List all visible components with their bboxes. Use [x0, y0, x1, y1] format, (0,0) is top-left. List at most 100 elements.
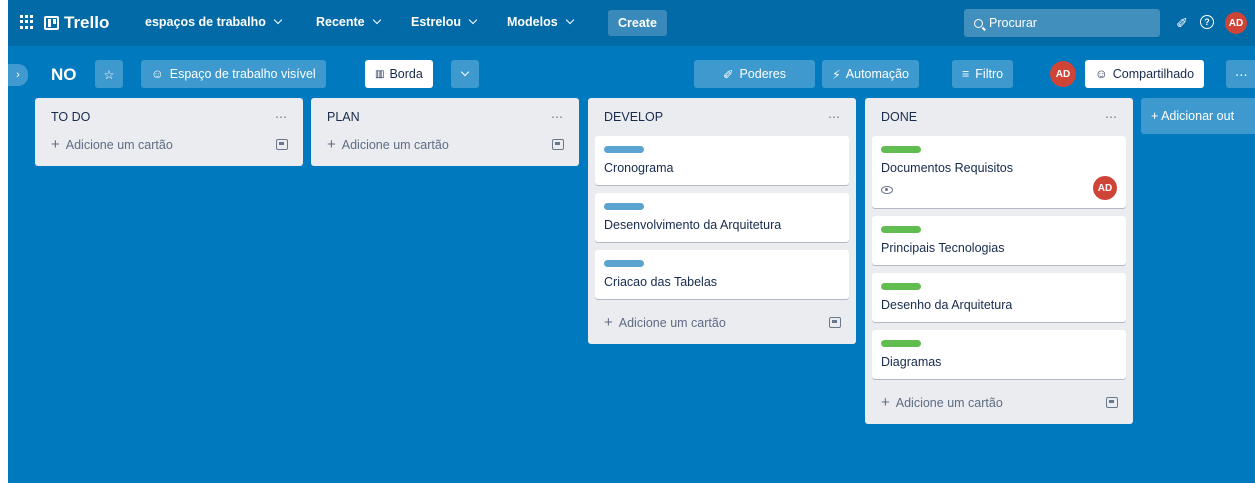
list-title[interactable]: TO DO [51, 110, 90, 124]
help-icon[interactable]: ? [1200, 15, 1214, 29]
list-plan: PLAN ⋯ + Adicione um cartão [311, 98, 579, 166]
trello-board-window: Trello espaços de trabalho Recente Estre… [8, 0, 1255, 483]
workspace-icon: ☺ [151, 67, 164, 81]
plus-icon: + [51, 135, 60, 153]
powerups-label: Poderes [739, 67, 787, 81]
chevron-down-icon [372, 15, 381, 25]
card-title: Desenvolvimento da Arquitetura [604, 218, 782, 232]
trello-logo[interactable]: Trello [44, 13, 109, 33]
card-title: Documentos Requisitos [881, 161, 1014, 175]
list-title[interactable]: PLAN [327, 110, 360, 124]
create-button[interactable]: Create [608, 10, 667, 36]
card-label-green[interactable] [881, 146, 921, 153]
add-card-button[interactable]: + Adicione um cartão [872, 387, 1126, 417]
list-develop: DEVELOP ⋯ Cronograma Desenvolvimento da … [588, 98, 856, 344]
add-card-label: Adicione um cartão [65, 137, 173, 152]
card-template-icon[interactable] [552, 138, 564, 150]
card-template-icon[interactable] [1106, 396, 1118, 408]
card-title: Desenho da Arquitetura [881, 298, 1013, 312]
add-list-button[interactable]: + Adicionar out [1141, 98, 1255, 134]
card-label-blue[interactable] [604, 203, 644, 210]
starred-menu[interactable]: Estrelou [411, 15, 478, 29]
search-icon [974, 18, 983, 28]
board-view-label: Borda [389, 67, 423, 81]
plus-icon: + [881, 393, 890, 411]
add-card-button[interactable]: + Adicione um cartão [595, 307, 849, 337]
card[interactable]: Cronograma [595, 136, 849, 185]
plus-icon: + [604, 313, 613, 331]
add-card-label: Adicione um cartão [341, 137, 449, 152]
member-avatar[interactable]: AD [1050, 61, 1076, 87]
card-template-icon[interactable] [276, 138, 288, 150]
powerups-button[interactable]: ✐ Poderes [694, 60, 815, 88]
card-title: Cronograma [604, 161, 674, 175]
card[interactable]: Principais Tecnologias [872, 216, 1126, 265]
plus-icon: + [327, 135, 336, 153]
list-menu-icon[interactable]: ⋯ [828, 110, 840, 124]
card[interactable]: Documentos Requisitos AD [872, 136, 1126, 208]
templates-menu[interactable]: Modelos [507, 15, 574, 29]
card[interactable]: Desenvolvimento da Arquitetura [595, 193, 849, 242]
top-nav: Trello espaços de trabalho Recente Estre… [8, 0, 1255, 46]
workspaces-label: espaços de trabalho [145, 15, 266, 29]
list-header[interactable]: DONE ⋯ [872, 98, 1126, 136]
card-label-green[interactable] [881, 340, 921, 347]
card-template-icon[interactable] [829, 316, 841, 328]
more-icon: ⋯ [1235, 67, 1248, 82]
chevron-down-icon [468, 15, 478, 25]
add-card-button[interactable]: + Adicione um cartão [318, 129, 572, 159]
lightning-icon: ⚡ [832, 67, 841, 82]
board-title[interactable]: NO [51, 65, 77, 85]
sidebar-toggle-button[interactable]: › [8, 64, 28, 86]
card-title: Diagramas [881, 355, 942, 369]
star-icon: ☆ [103, 67, 115, 82]
switch-view-button[interactable] [451, 60, 479, 88]
account-avatar[interactable]: AD [1225, 12, 1247, 34]
card[interactable]: Desenho da Arquitetura [872, 273, 1126, 322]
board-view-button[interactable]: ▥ Borda [365, 60, 433, 88]
chevron-down-icon [460, 67, 470, 77]
filter-button[interactable]: ≡ Filtro [952, 60, 1014, 88]
chevron-down-icon [273, 15, 283, 25]
card[interactable]: Criacao das Tabelas [595, 250, 849, 299]
visibility-button[interactable]: ☺ Espaço de trabalho visível [141, 60, 326, 88]
list-menu-icon[interactable]: ⋯ [1105, 110, 1117, 124]
filter-label: Filtro [975, 67, 1004, 81]
recent-menu[interactable]: Recente [316, 15, 381, 29]
card-member-avatar[interactable]: AD [1093, 176, 1117, 200]
card-label-blue[interactable] [604, 146, 644, 153]
list-title[interactable]: DEVELOP [604, 110, 663, 124]
app-switcher-icon[interactable] [20, 15, 34, 29]
search-input[interactable]: Procurar [964, 9, 1160, 37]
search-placeholder: Procurar [989, 16, 1037, 30]
card-title: Principais Tecnologias [881, 241, 1005, 255]
visibility-label: Espaço de trabalho visível [169, 67, 316, 81]
star-board-button[interactable]: ☆ [95, 60, 123, 88]
add-card-button[interactable]: + Adicione um cartão [42, 129, 296, 159]
filter-icon: ≡ [962, 67, 970, 81]
card[interactable]: Diagramas [872, 330, 1126, 379]
trello-board-icon [44, 16, 59, 30]
automation-label: Automação [845, 67, 910, 81]
workspaces-menu[interactable]: espaços de trabalho [145, 15, 283, 29]
templates-label: Modelos [507, 15, 558, 29]
card-label-green[interactable] [881, 226, 921, 233]
list-menu-icon[interactable]: ⋯ [551, 110, 563, 124]
board-menu-button[interactable]: ⋯ [1226, 60, 1255, 88]
list-menu-icon[interactable]: ⋯ [275, 110, 287, 124]
person-icon: ☺ [1095, 67, 1108, 81]
card-label-green[interactable] [881, 283, 921, 290]
list-title[interactable]: DONE [881, 110, 917, 124]
chevron-down-icon [565, 15, 574, 25]
list-header[interactable]: DEVELOP ⋯ [595, 98, 849, 136]
starred-label: Estrelou [411, 15, 462, 29]
card-title: Criacao das Tabelas [604, 275, 718, 289]
share-label: Compartilhado [1112, 67, 1195, 81]
automation-button[interactable]: ⚡ Automação [822, 60, 920, 88]
card-label-blue[interactable] [604, 260, 644, 267]
add-card-label: Adicione um cartão [895, 395, 1003, 410]
notifications-icon[interactable]: ✐ [1174, 15, 1190, 31]
board-view-icon: ▥ [375, 68, 385, 80]
recent-label: Recente [316, 15, 365, 29]
share-button[interactable]: ☺ Compartilhado [1085, 60, 1205, 88]
